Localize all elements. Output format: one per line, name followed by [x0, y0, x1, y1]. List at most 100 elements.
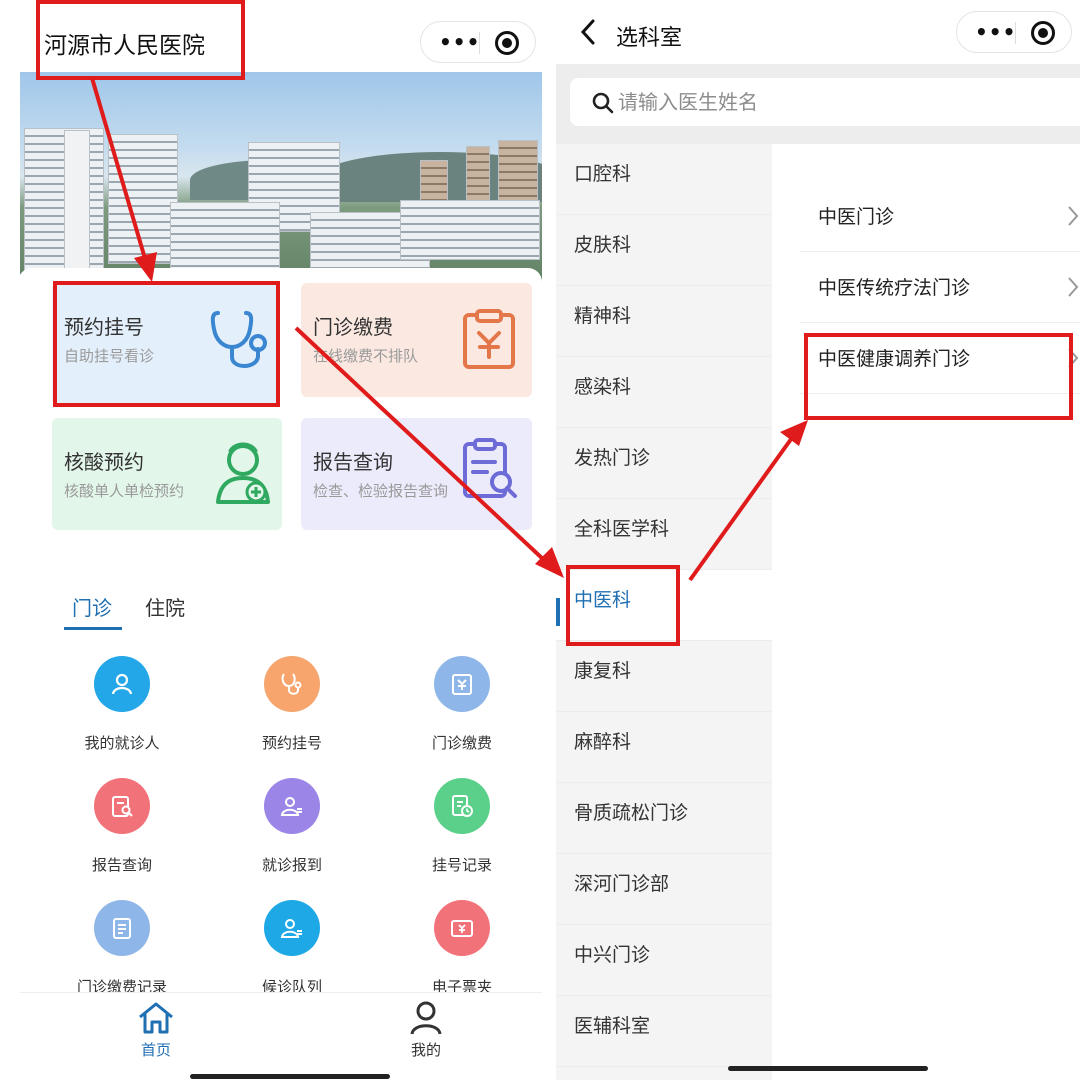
nurse-icon	[216, 442, 270, 504]
card-report[interactable]: 报告查询 检查、检验报告查询	[301, 418, 532, 530]
grid-item-appointment[interactable]: 预约挂号	[212, 656, 372, 776]
dept-label: 口腔科	[574, 163, 632, 185]
chevron-left-icon[interactable]	[578, 18, 598, 46]
dept-label: 骨质疏松门诊	[574, 802, 689, 824]
grid-label: 挂号记录	[431, 856, 492, 874]
stethoscope-icon	[210, 311, 267, 368]
clinic-item[interactable]: 中医健康调养门诊	[800, 322, 1080, 394]
card-report-title: 报告查询	[313, 450, 393, 474]
card-payment[interactable]: 门诊缴费 在线缴费不排队	[301, 283, 532, 397]
search-box[interactable]	[570, 78, 1080, 126]
dept-item[interactable]: 麻醉科	[556, 712, 772, 783]
dept-label: 精神科	[574, 305, 632, 327]
home-indicator	[190, 1074, 390, 1079]
clinic-item[interactable]: 中医传统疗法门诊	[800, 251, 1080, 323]
grid-item-my-patients[interactable]: 我的就诊人	[42, 656, 202, 776]
close-target-icon[interactable]	[495, 31, 519, 55]
more-icon[interactable]: •••	[439, 30, 480, 54]
card-appointment-title: 预约挂号	[64, 315, 144, 339]
tab-outpatient[interactable]: 门诊	[72, 592, 112, 621]
dept-label: 感染科	[574, 376, 632, 398]
dept-label: 皮肤科	[574, 234, 632, 256]
grid-label: 预约挂号	[261, 734, 322, 752]
grid-item-payment[interactable]: 门诊缴费	[382, 656, 542, 776]
card-payment-subtitle: 在线缴费不排队	[313, 347, 419, 365]
card-payment-title: 门诊缴费	[313, 315, 393, 339]
card-nucleic-subtitle: 核酸单人单检预约	[64, 482, 185, 500]
tab-inpatient[interactable]: 住院	[145, 592, 185, 621]
department-list: 口腔科 皮肤科 精神科 感染科 发热门诊 全科医学科 中医科 康复科 麻醉科 骨…	[556, 144, 772, 1080]
dept-item[interactable]: 皮肤科	[556, 215, 772, 286]
report-search-icon	[463, 438, 517, 498]
search-bar	[556, 64, 1080, 144]
clipboard-icon	[94, 900, 150, 956]
dept-item-active[interactable]: 中医科	[556, 570, 772, 641]
dept-item[interactable]: 感染科	[556, 357, 772, 428]
dept-item[interactable]: 全科医学科	[556, 499, 772, 570]
hospital-title: 河源市人民医院	[44, 33, 205, 59]
tab-active-indicator	[64, 627, 122, 630]
clinic-item[interactable]: 中医门诊	[800, 180, 1080, 252]
card-nucleic-test[interactable]: 核酸预约 核酸单人单检预约	[52, 418, 282, 530]
doctor-search-input[interactable]	[618, 86, 1038, 118]
more-icon[interactable]: •••	[975, 20, 1016, 44]
search-icon	[592, 92, 614, 114]
grid-label: 报告查询	[91, 856, 152, 874]
dept-item[interactable]: 中兴门诊	[556, 925, 772, 996]
card-appointment-subtitle: 自助挂号看诊	[64, 347, 155, 365]
person-card-icon	[264, 778, 320, 834]
card-appointment[interactable]: 预约挂号 自助挂号看诊	[52, 283, 280, 405]
grid-item-appointment-records[interactable]: 挂号记录	[382, 778, 542, 898]
right-phone-screen: 选科室 ••• 口腔科 皮肤科 精神科 感染科 发热门诊 全科医学科 中医科 康…	[556, 0, 1080, 1080]
grid-item-check-in[interactable]: 就诊报到	[212, 778, 372, 898]
person-card-icon	[264, 900, 320, 956]
clinic-label: 中医传统疗法门诊	[818, 277, 971, 299]
dept-label: 麻醉科	[574, 731, 632, 753]
bottom-tabbar: 首页 我的	[20, 992, 542, 1070]
person-icon	[94, 656, 150, 712]
dept-label: 全科医学科	[574, 518, 670, 540]
dept-label: 深河门诊部	[574, 873, 670, 895]
clinic-label: 中医门诊	[818, 206, 895, 228]
card-nucleic-title: 核酸预约	[64, 450, 144, 474]
dept-item[interactable]: 骨质疏松门诊	[556, 783, 772, 854]
chevron-right-icon	[1068, 206, 1079, 226]
tabbar-home-label: 首页	[140, 1041, 171, 1059]
dept-label: 中兴门诊	[574, 944, 651, 966]
dept-item[interactable]: 发热门诊	[556, 428, 772, 499]
dept-label: 康复科	[574, 660, 632, 682]
tabbar-home[interactable]: 首页	[116, 1001, 196, 1060]
close-target-icon[interactable]	[1031, 21, 1055, 45]
stethoscope-icon	[264, 656, 320, 712]
record-clock-icon	[434, 778, 490, 834]
miniprogram-capsule: •••	[956, 11, 1072, 53]
invoice-yen-icon	[434, 656, 490, 712]
dept-label: 发热门诊	[574, 447, 651, 469]
chevron-right-icon	[1068, 277, 1079, 297]
tabbar-mine[interactable]: 我的	[386, 1001, 466, 1060]
grid-item-report[interactable]: 报告查询	[42, 778, 202, 898]
dept-label: 中医科	[574, 589, 632, 611]
miniprogram-capsule: •••	[420, 21, 536, 63]
home-indicator	[728, 1066, 928, 1071]
dept-item[interactable]: 精神科	[556, 286, 772, 357]
dept-item[interactable]: 康复科	[556, 641, 772, 712]
tabbar-mine-label: 我的	[410, 1041, 441, 1059]
invoice-yen-icon	[463, 309, 515, 369]
dept-item[interactable]: 深河门诊部	[556, 854, 772, 925]
home-icon	[139, 1002, 173, 1034]
left-phone-screen: 河源市人民医院 ••• 预约挂号 自助挂号看诊 门诊缴费 在线缴费不排队 核酸预…	[0, 0, 545, 1080]
hospital-banner	[20, 72, 542, 290]
grid-label: 门诊缴费	[431, 734, 492, 752]
dept-item[interactable]: 医辅科室	[556, 996, 772, 1067]
dept-item[interactable]: 口腔科	[556, 144, 772, 215]
dept-label: 医辅科室	[574, 1015, 651, 1037]
report-search-icon	[94, 778, 150, 834]
card-report-subtitle: 检查、检验报告查询	[313, 482, 449, 500]
ticket-yen-icon	[434, 900, 490, 956]
clinic-label: 中医健康调养门诊	[818, 348, 971, 370]
grid-label: 我的就诊人	[84, 734, 160, 752]
user-icon	[410, 1001, 442, 1035]
page-title: 选科室	[616, 26, 683, 51]
chevron-right-icon	[1068, 348, 1079, 368]
